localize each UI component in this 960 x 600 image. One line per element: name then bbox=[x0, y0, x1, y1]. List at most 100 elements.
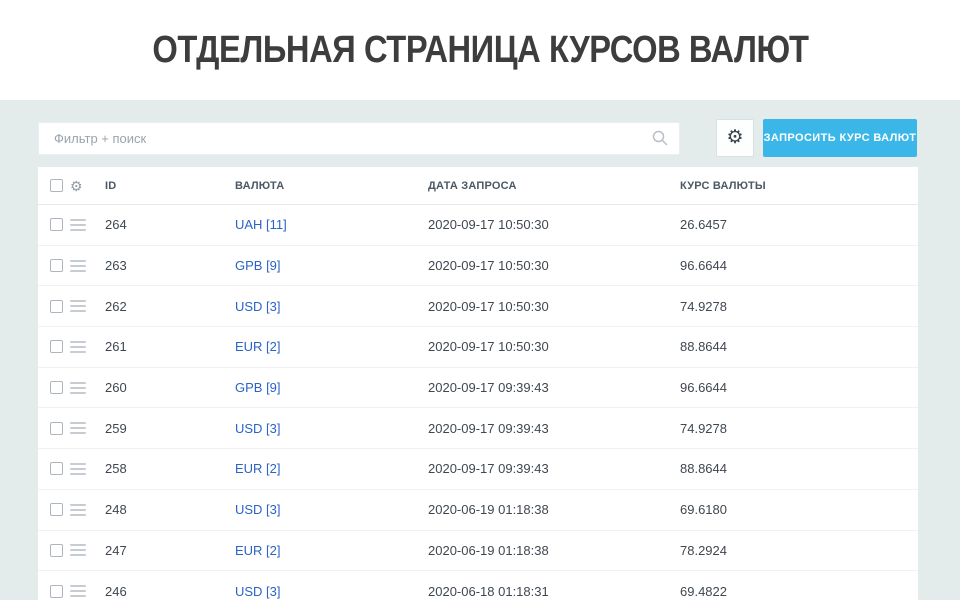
row-menu-icon[interactable] bbox=[70, 463, 86, 475]
cell-id: 263 bbox=[105, 258, 235, 273]
column-header-rate[interactable]: КУРС ВАЛЮТЫ bbox=[680, 180, 918, 192]
row-checkbox[interactable] bbox=[50, 503, 63, 516]
row-checkbox-cell bbox=[50, 218, 70, 231]
cell-currency-link[interactable]: USD [3] bbox=[235, 584, 428, 599]
row-checkbox[interactable] bbox=[50, 300, 63, 313]
table-row: 259 USD [3] 2020-09-17 09:39:43 74.9278 bbox=[38, 408, 918, 449]
cell-currency-link[interactable]: EUR [2] bbox=[235, 461, 428, 476]
row-checkbox[interactable] bbox=[50, 544, 63, 557]
cell-rate: 26.6457 bbox=[680, 217, 918, 232]
cell-date: 2020-09-17 10:50:30 bbox=[428, 339, 680, 354]
cell-date: 2020-06-19 01:18:38 bbox=[428, 502, 680, 517]
column-settings-gear-icon[interactable]: ⚙ bbox=[70, 179, 105, 193]
row-checkbox[interactable] bbox=[50, 259, 63, 272]
cell-currency-link[interactable]: UAH [11] bbox=[235, 217, 428, 232]
cell-currency-link[interactable]: USD [3] bbox=[235, 421, 428, 436]
cell-date: 2020-06-18 01:18:31 bbox=[428, 584, 680, 599]
column-header-id[interactable]: ID bbox=[105, 180, 235, 192]
cell-id: 264 bbox=[105, 217, 235, 232]
row-menu-icon[interactable] bbox=[70, 382, 86, 394]
toolbar: ⚙ ЗАПРОСИТЬ КУРС ВАЛЮТ bbox=[38, 119, 920, 157]
row-checkbox-cell bbox=[50, 585, 70, 598]
cell-rate: 88.8644 bbox=[680, 461, 918, 476]
cell-date: 2020-09-17 10:50:30 bbox=[428, 258, 680, 273]
cell-currency-link[interactable]: EUR [2] bbox=[235, 543, 428, 558]
table-row: 258 EUR [2] 2020-09-17 09:39:43 88.8644 bbox=[38, 449, 918, 490]
column-header-currency[interactable]: ВАЛЮТА bbox=[235, 180, 428, 192]
table-header-row: ⚙ ID ВАЛЮТА ДАТА ЗАПРОСА КУРС ВАЛЮТЫ bbox=[38, 167, 918, 205]
filter-search-wrap bbox=[38, 122, 680, 155]
row-checkbox-cell bbox=[50, 462, 70, 475]
cell-id: 246 bbox=[105, 584, 235, 599]
cell-id: 261 bbox=[105, 339, 235, 354]
cell-date: 2020-09-17 09:39:43 bbox=[428, 421, 680, 436]
row-checkbox[interactable] bbox=[50, 340, 63, 353]
cell-id: 247 bbox=[105, 543, 235, 558]
cell-currency-link[interactable]: GPB [9] bbox=[235, 380, 428, 395]
cell-date: 2020-09-17 09:39:43 bbox=[428, 461, 680, 476]
filter-search-input[interactable] bbox=[38, 122, 680, 155]
cell-date: 2020-09-17 09:39:43 bbox=[428, 380, 680, 395]
cell-rate: 69.4822 bbox=[680, 584, 918, 599]
table-row: 263 GPB [9] 2020-09-17 10:50:30 96.6644 bbox=[38, 246, 918, 287]
select-all-checkbox[interactable] bbox=[50, 179, 63, 192]
row-checkbox-cell bbox=[50, 340, 70, 353]
currency-rates-page: ОТДЕЛЬНАЯ СТРАНИЦА КУРСОВ ВАЛЮТ ⚙ ЗАПРОС… bbox=[0, 0, 960, 600]
row-checkbox[interactable] bbox=[50, 381, 63, 394]
page-header: ОТДЕЛЬНАЯ СТРАНИЦА КУРСОВ ВАЛЮТ bbox=[0, 0, 960, 100]
row-menu-icon[interactable] bbox=[70, 504, 86, 516]
table-row: 246 USD [3] 2020-06-18 01:18:31 69.4822 bbox=[38, 571, 918, 600]
cell-id: 260 bbox=[105, 380, 235, 395]
settings-button[interactable]: ⚙ bbox=[716, 119, 754, 157]
cell-id: 258 bbox=[105, 461, 235, 476]
row-menu-icon[interactable] bbox=[70, 422, 86, 434]
table-row: 248 USD [3] 2020-06-19 01:18:38 69.6180 bbox=[38, 490, 918, 531]
row-menu-icon[interactable] bbox=[70, 300, 86, 312]
cell-currency-link[interactable]: USD [3] bbox=[235, 502, 428, 517]
page-title: ОТДЕЛЬНАЯ СТРАНИЦА КУРСОВ ВАЛЮТ bbox=[152, 29, 808, 72]
row-menu-icon[interactable] bbox=[70, 341, 86, 353]
row-menu-icon[interactable] bbox=[70, 544, 86, 556]
row-checkbox-cell bbox=[50, 381, 70, 394]
row-checkbox-cell bbox=[50, 503, 70, 516]
row-checkbox-cell bbox=[50, 422, 70, 435]
table-body: 264 UAH [11] 2020-09-17 10:50:30 26.6457… bbox=[38, 205, 918, 600]
cell-currency-link[interactable]: USD [3] bbox=[235, 299, 428, 314]
select-all-cell bbox=[50, 179, 70, 192]
row-checkbox[interactable] bbox=[50, 422, 63, 435]
search-icon[interactable] bbox=[652, 130, 668, 146]
gear-icon: ⚙ bbox=[726, 120, 743, 156]
row-menu-icon[interactable] bbox=[70, 260, 86, 272]
table-row: 262 USD [3] 2020-09-17 10:50:30 74.9278 bbox=[38, 286, 918, 327]
cell-date: 2020-09-17 10:50:30 bbox=[428, 299, 680, 314]
row-checkbox-cell bbox=[50, 259, 70, 272]
cell-id: 262 bbox=[105, 299, 235, 314]
cell-id: 259 bbox=[105, 421, 235, 436]
cell-rate: 96.6644 bbox=[680, 258, 918, 273]
cell-rate: 88.8644 bbox=[680, 339, 918, 354]
row-checkbox[interactable] bbox=[50, 585, 63, 598]
table-row: 261 EUR [2] 2020-09-17 10:50:30 88.8644 bbox=[38, 327, 918, 368]
cell-rate: 74.9278 bbox=[680, 299, 918, 314]
cell-date: 2020-06-19 01:18:38 bbox=[428, 543, 680, 558]
content-area: ⚙ ЗАПРОСИТЬ КУРС ВАЛЮТ ⚙ ID ВАЛЮТА ДАТА … bbox=[0, 100, 960, 600]
cell-rate: 96.6644 bbox=[680, 380, 918, 395]
cell-date: 2020-09-17 10:50:30 bbox=[428, 217, 680, 232]
table-row: 264 UAH [11] 2020-09-17 10:50:30 26.6457 bbox=[38, 205, 918, 246]
row-checkbox[interactable] bbox=[50, 462, 63, 475]
rates-table: ⚙ ID ВАЛЮТА ДАТА ЗАПРОСА КУРС ВАЛЮТЫ 264… bbox=[38, 167, 918, 600]
cell-id: 248 bbox=[105, 502, 235, 517]
cell-rate: 69.6180 bbox=[680, 502, 918, 517]
column-header-date[interactable]: ДАТА ЗАПРОСА bbox=[428, 180, 680, 192]
cell-currency-link[interactable]: EUR [2] bbox=[235, 339, 428, 354]
table-row: 260 GPB [9] 2020-09-17 09:39:43 96.6644 bbox=[38, 368, 918, 409]
request-rates-button[interactable]: ЗАПРОСИТЬ КУРС ВАЛЮТ bbox=[763, 119, 917, 157]
row-menu-icon[interactable] bbox=[70, 219, 86, 231]
row-checkbox-cell bbox=[50, 300, 70, 313]
cell-rate: 74.9278 bbox=[680, 421, 918, 436]
cell-rate: 78.2924 bbox=[680, 543, 918, 558]
table-row: 247 EUR [2] 2020-06-19 01:18:38 78.2924 bbox=[38, 531, 918, 572]
row-checkbox[interactable] bbox=[50, 218, 63, 231]
row-menu-icon[interactable] bbox=[70, 585, 86, 597]
cell-currency-link[interactable]: GPB [9] bbox=[235, 258, 428, 273]
